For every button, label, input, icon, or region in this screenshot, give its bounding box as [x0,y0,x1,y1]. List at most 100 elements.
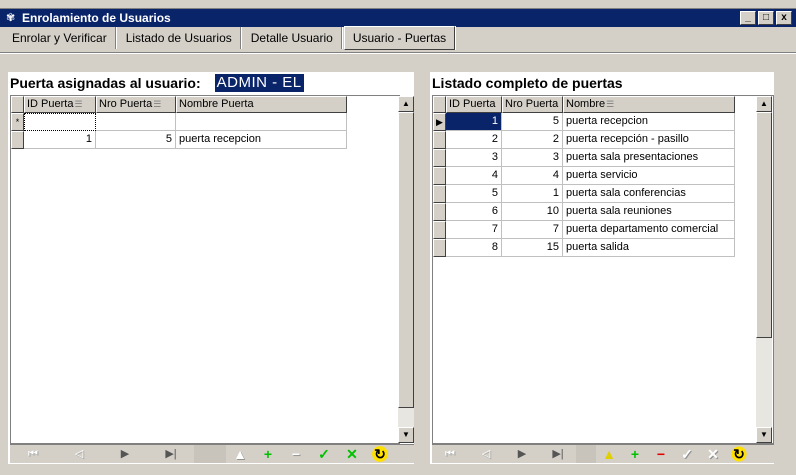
cell-id[interactable]: 1 [446,113,502,131]
cell-id[interactable]: 1 [24,131,96,149]
left-vertical-scrollbar[interactable]: ▲ ▼ [398,96,414,443]
table-row[interactable]: 2 2 puerta recepción - pasillo [433,131,735,149]
refresh-icon[interactable]: ↻ [366,445,394,463]
selected-user: ADMIN - EL [214,74,304,92]
prior-record-icon[interactable]: ◁ [468,445,504,463]
new-row-nro-cell[interactable] [96,113,176,131]
row-indicator [433,167,446,185]
tab-detalle-usuario[interactable]: Detalle Usuario [243,27,342,49]
cell-id[interactable]: 4 [446,167,502,185]
cell-nro[interactable]: 2 [502,131,563,149]
col-nombre[interactable]: Nombre☰ [563,96,735,113]
table-row[interactable]: 3 3 puerta sala presentaciones [433,149,735,167]
col-id-puerta-label: ID Puerta [449,98,496,110]
cell-id[interactable]: 3 [446,149,502,167]
cell-id[interactable]: 8 [446,239,502,257]
cancel-record-icon[interactable]: ✕ [338,445,366,463]
cell-id[interactable]: 5 [446,185,502,203]
delete-record-icon[interactable]: − [282,445,310,463]
prior-record-icon[interactable]: ◁ [56,445,102,463]
cell-nro[interactable]: 1 [502,185,563,203]
assigned-doors-grid: ID Puerta☰ Nro Puerta☰ Nombre Puerta * 1… [10,95,414,444]
table-row[interactable]: 5 1 puerta sala conferencias [433,185,735,203]
tab-listado-usuarios[interactable]: Listado de Usuarios [118,27,241,49]
first-record-icon[interactable]: ⏮ [432,445,468,463]
post-record-icon[interactable]: ✓ [310,445,338,463]
col-nro-puerta[interactable]: Nro Puerta☰ [96,96,176,113]
col-nombre-puerta[interactable]: Nombre Puerta [176,96,347,113]
scroll-thumb[interactable] [756,112,772,338]
scroll-up-icon[interactable]: ▲ [756,96,772,112]
row-indicator: ▶ [433,113,446,131]
cell-nombre[interactable]: puerta recepcion [563,113,735,131]
close-button[interactable]: x [776,11,792,25]
table-row[interactable]: 6 10 puerta sala reuniones [433,203,735,221]
cell-nro[interactable]: 3 [502,149,563,167]
insert-record-icon[interactable]: + [622,445,648,463]
scroll-up-icon[interactable]: ▲ [398,96,414,112]
cell-nombre[interactable]: puerta salida [563,239,735,257]
cell-id[interactable]: 6 [446,203,502,221]
sort-icon: ☰ [153,99,162,109]
col-nro-puerta[interactable]: Nro Puerta [502,96,563,113]
minimize-button[interactable]: _ [740,11,756,25]
scroll-down-icon[interactable]: ▼ [398,427,414,443]
app-icon: ✾ [6,12,16,24]
post-record-icon[interactable]: ✓ [674,445,700,463]
table-row[interactable]: 8 15 puerta salida [433,239,735,257]
cell-nro[interactable]: 4 [502,167,563,185]
maximize-button[interactable]: □ [758,11,774,25]
new-row[interactable]: * [11,113,347,131]
cell-nombre[interactable]: puerta sala presentaciones [563,149,735,167]
right-panel-title: Listado completo de puertas [432,75,623,91]
table-row[interactable]: 7 7 puerta departamento comercial [433,221,735,239]
table-row[interactable]: 4 4 puerta servicio [433,167,735,185]
next-record-icon[interactable]: ▶ [504,445,540,463]
table-row[interactable]: ▶ 1 5 puerta recepcion [433,113,735,131]
edit-record-icon[interactable]: ▲ [596,445,622,463]
all-doors-grid: ID Puerta Nro Puerta Nombre☰ ▶ 1 5 puerta r… [432,95,774,444]
cell-nro[interactable]: 10 [502,203,563,221]
cell-nombre[interactable]: puerta servicio [563,167,735,185]
scroll-thumb[interactable] [398,112,414,408]
insert-record-icon[interactable]: + [254,445,282,463]
cell-nombre[interactable]: puerta departamento comercial [563,221,735,239]
cancel-record-icon[interactable]: ✕ [700,445,726,463]
sort-icon: ☰ [606,99,615,109]
tab-strip: Enrolar y Verificar Listado de Usuarios … [4,26,457,51]
cell-id[interactable]: 2 [446,131,502,149]
new-row-id-cell[interactable] [24,113,96,131]
navigator-divider [194,445,226,463]
delete-record-icon[interactable]: − [648,445,674,463]
new-row-nombre-cell[interactable] [176,113,347,131]
last-record-icon[interactable]: ▶| [540,445,576,463]
edit-record-icon[interactable]: ▲ [226,445,254,463]
tab-usuario-puertas[interactable]: Usuario - Puertas [343,26,456,50]
row-indicator [433,221,446,239]
cell-nro[interactable]: 7 [502,221,563,239]
col-id-puerta-label: ID Puerta [27,98,74,110]
col-id-puerta[interactable]: ID Puerta [446,96,502,113]
indicator-header [11,96,24,113]
next-record-icon[interactable]: ▶ [102,445,148,463]
table-row[interactable]: 1 5 puerta recepcion [11,131,347,149]
cell-nro[interactable]: 15 [502,239,563,257]
col-id-puerta[interactable]: ID Puerta☰ [24,96,96,113]
col-nro-puerta-label: Nro Puerta [99,98,153,110]
right-panel-header: Listado completo de puertas [430,72,774,94]
scroll-down-icon[interactable]: ▼ [756,427,772,443]
cell-nombre[interactable]: puerta recepción - pasillo [563,131,735,149]
tab-enrolar[interactable]: Enrolar y Verificar [4,27,116,49]
cell-nombre[interactable]: puerta sala reuniones [563,203,735,221]
cell-nro[interactable]: 5 [502,113,563,131]
refresh-icon[interactable]: ↻ [726,445,752,463]
last-record-icon[interactable]: ▶| [148,445,194,463]
first-record-icon[interactable]: ⏮ [10,445,56,463]
left-db-navigator: ⏮ ◁ ▶ ▶| ▲ + − ✓ ✕ ↻ [10,444,414,463]
right-vertical-scrollbar[interactable]: ▲ ▼ [756,96,772,443]
cell-nro[interactable]: 5 [96,131,176,149]
cell-nombre[interactable]: puerta recepcion [176,131,347,149]
cell-id[interactable]: 7 [446,221,502,239]
row-indicator [433,239,446,257]
cell-nombre[interactable]: puerta sala conferencias [563,185,735,203]
